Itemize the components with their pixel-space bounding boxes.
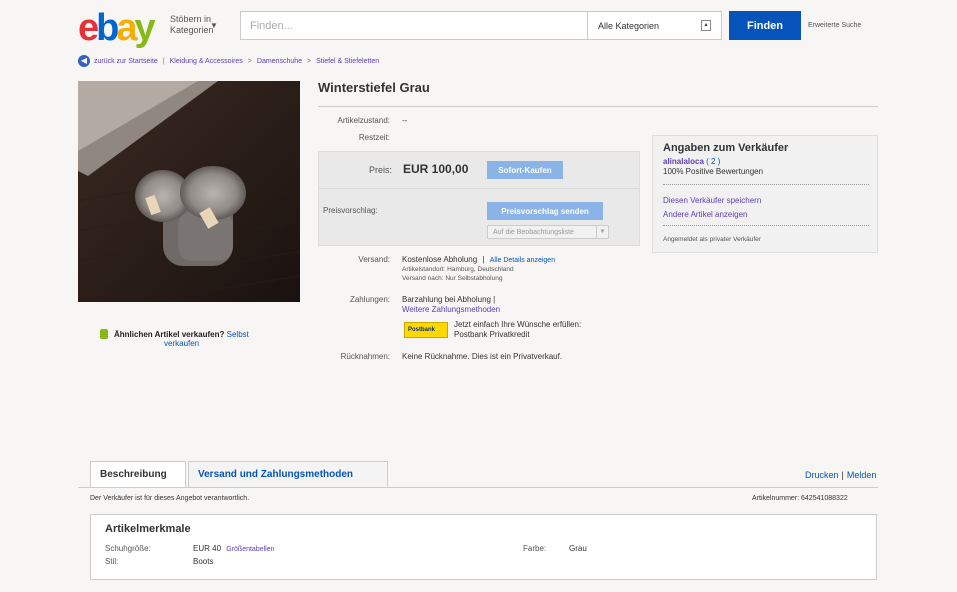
- time-left-label: Restzeit:: [358, 133, 390, 142]
- shipping-value: Kostenlose Abholung | Alle Details anzei…: [402, 255, 556, 264]
- item-location: Artikelstandort: Hamburg, Deutschland: [402, 266, 514, 273]
- shipping-details-link[interactable]: Alle Details anzeigen: [490, 257, 555, 264]
- divider: [318, 106, 878, 107]
- positive-feedback: 100% Positive Bewertungen: [663, 167, 764, 176]
- postbank-link[interactable]: Postbank Privatkredit: [454, 330, 530, 339]
- print-link[interactable]: Drucken: [805, 470, 839, 480]
- breadcrumb-item[interactable]: Stiefel & Stiefeletten: [316, 58, 379, 65]
- divider: [78, 487, 878, 488]
- find-button[interactable]: Finden: [729, 11, 801, 40]
- price-box: Preis: EUR 100,00 Sofort-Kaufen Preisvor…: [318, 151, 640, 246]
- print-report: Drucken | Melden: [805, 470, 877, 480]
- header: ebay Stöbern in Kategorien ▼ Alle Katego…: [0, 0, 957, 52]
- sell-yourself-link[interactable]: Selbst: [227, 330, 249, 339]
- sell-yourself-link-2[interactable]: verkaufen: [164, 339, 199, 348]
- payments-label: Zahlungen:: [349, 295, 390, 304]
- browse-categories-button[interactable]: Stöbern in Kategorien ▼: [170, 14, 232, 36]
- report-link[interactable]: Melden: [847, 470, 877, 480]
- boots-photo-image: [78, 81, 300, 302]
- style-value: Boots: [193, 557, 214, 566]
- color-value: Grau: [569, 544, 587, 553]
- advanced-search-link[interactable]: Erweiterte Suche: [808, 22, 861, 29]
- price-label: Preis:: [368, 165, 392, 175]
- size-chart-link[interactable]: Größentabellen: [226, 546, 274, 553]
- condition-label: Artikelzustand:: [337, 116, 390, 125]
- size-value: EUR 40 Größentabellen: [193, 544, 275, 553]
- seller-note: Angemeldet als privater Verkäufer: [663, 236, 761, 243]
- shipping-label: Versand:: [358, 255, 390, 264]
- sell-tag-icon: [100, 329, 108, 339]
- seller-info-box: Angaben zum Verkäufer alinalaloca ( 2 ) …: [652, 135, 878, 253]
- ebay-logo[interactable]: ebay: [78, 9, 156, 47]
- item-specifics-box: Artikelmerkmale Schuhgröße: EUR 40 Größe…: [90, 514, 877, 580]
- item-photo[interactable]: [78, 81, 300, 302]
- other-items-link[interactable]: Andere Artikel anzeigen: [663, 210, 748, 219]
- more-payments-link[interactable]: Weitere Zahlungsmethoden: [402, 305, 500, 314]
- size-label: Schuhgröße:: [105, 544, 151, 553]
- send-offer-button[interactable]: Preisvorschlag senden: [487, 202, 603, 220]
- specs-heading: Artikelmerkmale: [105, 523, 191, 535]
- item-title: Winterstiefel Grau: [318, 80, 430, 95]
- back-arrow-icon[interactable]: ◀: [78, 55, 90, 67]
- category-select[interactable]: Alle Kategorien ▴: [588, 11, 722, 40]
- seller-feedback-link[interactable]: ( 2 ): [706, 157, 720, 166]
- color-label: Farbe:: [523, 544, 547, 553]
- search-input[interactable]: [242, 13, 586, 38]
- ships-to: Versand nach: Nur Selbstabholung: [402, 275, 503, 282]
- select-arrow-icon: ▴: [701, 20, 711, 31]
- seller-responsible-note: Der Verkäufer ist für dieses Angebot ver…: [90, 495, 250, 502]
- chevron-down-icon[interactable]: ▼: [596, 226, 608, 238]
- item-number: Artikelnummer: 642541088322: [752, 495, 848, 502]
- sell-similar: Ähnlichen Artikel verkaufen? Selbst verk…: [100, 329, 290, 348]
- divider: [319, 188, 639, 189]
- chevron-down-icon: ▼: [210, 21, 218, 30]
- tab-description[interactable]: Beschreibung: [90, 461, 186, 488]
- breadcrumb: ◀ zurück zur Startseite | Kleidung & Acc…: [78, 54, 379, 68]
- payments-value: Barzahlung bei Abholung |: [402, 295, 496, 304]
- breadcrumb-item[interactable]: Damenschuhe: [257, 58, 302, 65]
- tab-shipping-payment[interactable]: Versand und Zahlungsmethoden: [188, 461, 388, 488]
- returns-value: Keine Rücknahme. Dies ist ein Privatverk…: [402, 352, 563, 361]
- returns-label: Rücknahmen:: [340, 352, 390, 361]
- price-value: EUR 100,00: [403, 162, 469, 176]
- save-seller-link[interactable]: Diesen Verkäufer speichern: [663, 196, 761, 205]
- postbank-text: Jetzt einfach Ihre Wünsche erfüllen:: [454, 320, 582, 329]
- seller-name-link[interactable]: alinalaloca: [663, 157, 704, 166]
- search-box: [240, 11, 588, 40]
- back-to-home-link[interactable]: zurück zur Startseite: [94, 58, 158, 65]
- seller-heading: Angaben zum Verkäufer: [663, 142, 789, 154]
- divider: [663, 225, 869, 226]
- divider: [663, 184, 869, 185]
- style-label: Stil:: [105, 557, 119, 566]
- postbank-logo[interactable]: Postbank: [404, 322, 448, 338]
- condition-value: --: [402, 116, 408, 125]
- buy-now-button[interactable]: Sofort-Kaufen: [487, 161, 563, 179]
- offer-label: Preisvorschlag:: [323, 206, 378, 215]
- watchlist-button[interactable]: Auf die Beobachtungsliste ▼: [487, 225, 609, 239]
- breadcrumb-item[interactable]: Kleidung & Accessoires: [170, 58, 243, 65]
